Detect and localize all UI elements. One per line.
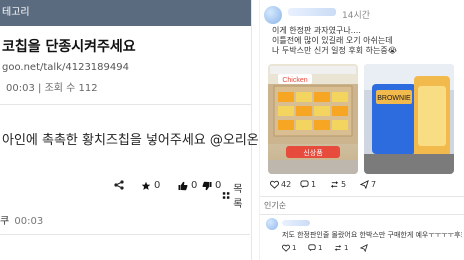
comment-time: 00:03 (14, 216, 44, 227)
shares-count: 7 (371, 180, 377, 189)
send-icon (360, 244, 368, 252)
brand-text: BROWNIE (377, 95, 411, 102)
views-label: 조회 수 (44, 83, 76, 94)
thumbs-up-icon (178, 181, 188, 190)
post-stats: 42 1 5 7 (270, 180, 460, 192)
reposts-count: 5 (341, 180, 347, 189)
comment-like-button[interactable]: 1 (282, 244, 296, 252)
post-actions: 0 0 0 목록 (0, 180, 250, 210)
brand-text: Chicken (282, 77, 307, 84)
views-count: 112 (78, 83, 98, 94)
comment-likes-count: 1 (292, 244, 297, 252)
post-photo[interactable]: Chicken 신상품 (268, 64, 358, 174)
category-bar: 테고리 (0, 0, 251, 26)
comment-replies-count: 1 (318, 244, 323, 252)
comment-text: 저도 한정판인줄 몰랐어요 한박스만 구매한게 예우ㅜㅜㅜㅜ후회중 (282, 231, 462, 239)
comment-icon (300, 180, 309, 189)
like-button[interactable]: 0 (178, 180, 197, 191)
heart-icon (270, 180, 279, 189)
like-button[interactable]: 42 (270, 180, 291, 189)
star-button[interactable]: 0 (141, 180, 160, 191)
comment-author[interactable]: 쿠 (0, 216, 9, 227)
divider (260, 196, 464, 197)
post-line: 나 두박스만 신거 일정 후회 하는중😭 (272, 46, 398, 55)
list-label: 목록 (233, 184, 243, 210)
sort-label[interactable]: 인기순 (264, 200, 286, 211)
banner-text: 신상품 (303, 148, 323, 157)
dislike-count: 0 (215, 180, 222, 191)
right-social-panel: 14시간 이게 한정판 과자였구나.... 이틀전에 많이 있길래 오기 아쉬는… (259, 0, 464, 260)
divider (260, 214, 464, 215)
likes-count: 42 (281, 180, 292, 189)
post-content: 아인에 촉촉한 황치즈칩을 넣어주세요 @오리온 (2, 133, 259, 148)
post-photo[interactable]: BROWNIE (364, 64, 454, 174)
send-icon (360, 180, 369, 189)
heart-icon (282, 244, 290, 252)
store-display-illustration: Chicken 신상품 (268, 64, 358, 174)
comment-stats: 1 1 1 (282, 244, 402, 254)
post-meta: 00:03 | 조회 수 112 (6, 79, 251, 94)
post-line: 이틀전에 많이 있길래 오기 아쉬는데 (272, 36, 393, 45)
comments-count: 1 (311, 180, 317, 189)
thumbs-down-icon (202, 181, 212, 190)
list-button[interactable]: 목록 (222, 180, 250, 210)
repost-button[interactable]: 5 (330, 180, 346, 189)
comment-icon (308, 244, 316, 252)
comments-button[interactable]: 1 (300, 180, 316, 189)
comment: 쿠 00:03 (0, 212, 250, 227)
post-line: 이게 한정판 과자였구나.... (272, 26, 361, 35)
repost-icon (330, 181, 339, 188)
comment-reply-button[interactable]: 1 (308, 244, 322, 252)
avatar[interactable] (264, 6, 282, 24)
comment-share-button[interactable] (360, 244, 368, 252)
meta-separator: | (38, 83, 42, 94)
comment-reposts-count: 1 (344, 244, 349, 252)
star-icon (141, 181, 151, 190)
category-label: 테고리 (2, 7, 30, 18)
post-time: 00:03 (6, 83, 35, 94)
divider (0, 104, 251, 105)
comment-repost-button[interactable]: 1 (334, 244, 348, 252)
post-url[interactable]: goo.net/talk/4123189494 (2, 62, 251, 73)
divider (0, 234, 250, 235)
like-count: 0 (191, 180, 198, 191)
blurred-username (288, 8, 336, 16)
left-forum-panel: 테고리 코칩을 단종시켜주세요 goo.net/talk/4123189494 … (0, 0, 259, 260)
post-title: 코칩을 단종시켜주세요 (2, 39, 136, 55)
share-button[interactable]: 7 (360, 180, 376, 189)
comment-avatar[interactable] (266, 218, 278, 230)
share-icon (114, 180, 124, 190)
blurred-comment-username (282, 220, 310, 226)
time-ago: 14시간 (342, 11, 371, 21)
post-text: 이게 한정판 과자였구나.... 이틀전에 많이 있길래 오기 아쉬는데 나 두… (272, 26, 460, 56)
star-count: 0 (154, 180, 161, 191)
snack-packages-illustration: BROWNIE (364, 64, 454, 174)
dislike-button[interactable]: 0 (202, 180, 221, 191)
list-icon (222, 191, 230, 199)
repost-icon (334, 245, 342, 251)
share-button[interactable] (114, 180, 124, 190)
